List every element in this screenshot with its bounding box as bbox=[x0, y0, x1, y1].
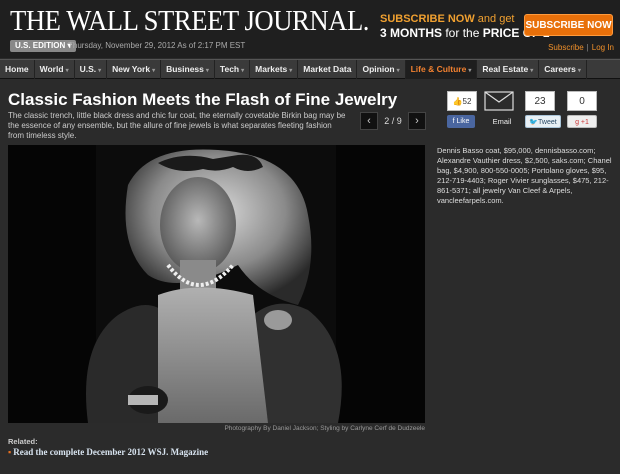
email-button[interactable]: Email bbox=[484, 115, 520, 128]
slide-counter: 2 / 9 bbox=[384, 116, 402, 126]
thumbs-up-icon: 👍 bbox=[452, 97, 463, 106]
nav-label: Home bbox=[5, 64, 29, 74]
nav-item-careers[interactable]: Careers ▾ bbox=[539, 60, 587, 79]
chevron-down-icon: ▾ bbox=[65, 68, 69, 74]
facebook-like-button[interactable]: f Like bbox=[447, 115, 475, 128]
nav-item-real-estate[interactable]: Real Estate ▾ bbox=[477, 60, 540, 79]
nav-label: Business bbox=[166, 64, 204, 74]
chevron-down-icon: ▾ bbox=[241, 68, 245, 74]
nav-item-home[interactable]: Home bbox=[0, 60, 35, 79]
nav-label: World bbox=[39, 64, 64, 74]
article-deck: The classic trench, little black dress a… bbox=[8, 111, 346, 140]
nav-item-tech[interactable]: Tech ▾ bbox=[215, 60, 251, 79]
related-label: Related: bbox=[8, 437, 38, 446]
facebook-like-count: 👍52 bbox=[447, 91, 477, 111]
fashion-photo-image bbox=[8, 145, 425, 423]
envelope-icon[interactable] bbox=[484, 91, 514, 111]
related-link-text: Read the complete December 2012 WSJ. Mag… bbox=[13, 447, 209, 457]
chevron-down-icon: ▾ bbox=[577, 68, 581, 74]
nav-label: Opinion bbox=[362, 64, 395, 74]
subscribe-now-button[interactable]: SUBSCRIBE NOW bbox=[524, 14, 613, 36]
tweet-label: Tweet bbox=[538, 119, 557, 126]
twitter-count: 23 bbox=[525, 91, 555, 111]
promo-rest: and get bbox=[474, 13, 515, 25]
nav-item-life-culture[interactable]: Life & Culture ▾ bbox=[405, 60, 478, 79]
twitter-share: 23 🐦Tweet bbox=[525, 91, 561, 128]
previous-slide-button[interactable]: ‹ bbox=[360, 112, 378, 130]
dateline: Thursday, November 29, 2012 As of 2:17 P… bbox=[68, 41, 246, 50]
wsj-logo[interactable]: THE WALL STREET JOURNAL. bbox=[10, 5, 369, 38]
chevron-down-icon: ▾ bbox=[152, 68, 156, 74]
tweet-button[interactable]: 🐦Tweet bbox=[525, 115, 561, 128]
chevron-down-icon: ▾ bbox=[98, 68, 102, 74]
google-plus-count: 0 bbox=[567, 91, 597, 111]
chevron-down-icon: ▾ bbox=[468, 68, 472, 74]
bullet-icon: ▪ bbox=[8, 447, 12, 457]
plus-one-label: +1 bbox=[580, 119, 589, 126]
chevron-down-icon: ▾ bbox=[396, 68, 400, 74]
chevron-down-icon: ▾ bbox=[289, 68, 293, 74]
nav-label: Life & Culture bbox=[410, 64, 467, 74]
facebook-like-label: Like bbox=[456, 118, 470, 125]
login-link[interactable]: Log In bbox=[592, 43, 614, 52]
nav-label: Market Data bbox=[303, 64, 352, 74]
photo-caption: Dennis Basso coat, $95,000, dennisbasso.… bbox=[437, 146, 612, 205]
nav-label: Real Estate bbox=[482, 64, 529, 74]
nav-item-opinion[interactable]: Opinion ▾ bbox=[357, 60, 406, 79]
nav-label: New York bbox=[112, 64, 151, 74]
photo-credit: Photography By Daniel Jackson; Styling b… bbox=[224, 425, 425, 432]
email-share: Email bbox=[484, 91, 520, 128]
nav-item-market-data[interactable]: Market Data bbox=[298, 60, 358, 79]
google-plus-one-button[interactable]: g +1 bbox=[567, 115, 597, 128]
chevron-down-icon: ▾ bbox=[205, 68, 209, 74]
chevron-down-icon: ▾ bbox=[530, 68, 534, 74]
article-headline: Classic Fashion Meets the Flash of Fine … bbox=[8, 90, 398, 109]
twitter-bird-icon: 🐦 bbox=[529, 119, 539, 126]
facebook-share: 👍52 f Like bbox=[447, 91, 483, 128]
nav-label: Tech bbox=[219, 64, 240, 74]
facebook-count-value: 52 bbox=[462, 97, 472, 106]
main-nav: Home World ▾ U.S. ▾ New York ▾ Business ▾ Te… bbox=[0, 59, 620, 79]
nav-item-world[interactable]: World ▾ bbox=[35, 60, 75, 79]
link-separator: | bbox=[586, 43, 589, 52]
promo-months: 3 MONTHS bbox=[380, 26, 443, 40]
account-links: Subscribe | Log In bbox=[548, 43, 614, 52]
promo-for-the: for the bbox=[442, 26, 483, 40]
slideshow-photo[interactable] bbox=[8, 145, 425, 423]
nav-item-new-york[interactable]: New York ▾ bbox=[107, 60, 162, 79]
slideshow-pager: ‹ 2 / 9 › bbox=[360, 111, 426, 131]
masthead: THE WALL STREET JOURNAL. U.S. EDITION ▾ … bbox=[0, 0, 620, 58]
nav-label: Careers bbox=[544, 64, 576, 74]
related-article-link[interactable]: ▪ Read the complete December 2012 WSJ. Ma… bbox=[8, 447, 208, 457]
edition-selector[interactable]: U.S. EDITION ▾ bbox=[10, 40, 77, 52]
nav-label: Markets bbox=[255, 64, 288, 74]
nav-item-business[interactable]: Business ▾ bbox=[161, 60, 215, 79]
promo-strong: SUBSCRIBE NOW bbox=[380, 13, 475, 25]
google-plus-share: 0 g +1 bbox=[567, 91, 603, 128]
next-slide-button[interactable]: › bbox=[408, 112, 426, 130]
nav-item-markets[interactable]: Markets ▾ bbox=[250, 60, 299, 79]
nav-label: U.S. bbox=[79, 64, 97, 74]
subscribe-link[interactable]: Subscribe bbox=[548, 43, 584, 52]
nav-item-us[interactable]: U.S. ▾ bbox=[75, 60, 108, 79]
